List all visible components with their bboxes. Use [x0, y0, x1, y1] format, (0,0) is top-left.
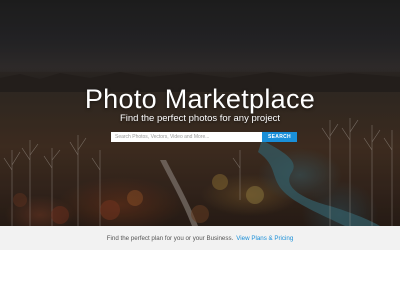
- hero-subtitle: Find the perfect photos for any project: [119, 113, 280, 124]
- search-bar: SEARCH: [111, 132, 297, 142]
- search-input[interactable]: [111, 132, 262, 142]
- promo-text: Find the perfect plan for you or your Bu…: [106, 234, 234, 242]
- promo-bar: Find the perfect plan for you or your Bu…: [0, 226, 400, 250]
- search-button[interactable]: SEARCH: [262, 132, 297, 142]
- plans-pricing-link[interactable]: View Plans & Pricing: [236, 235, 293, 242]
- hero-banner: Photo Marketplace Find the perfect photo…: [0, 0, 400, 226]
- page-title: Photo Marketplace: [84, 84, 316, 114]
